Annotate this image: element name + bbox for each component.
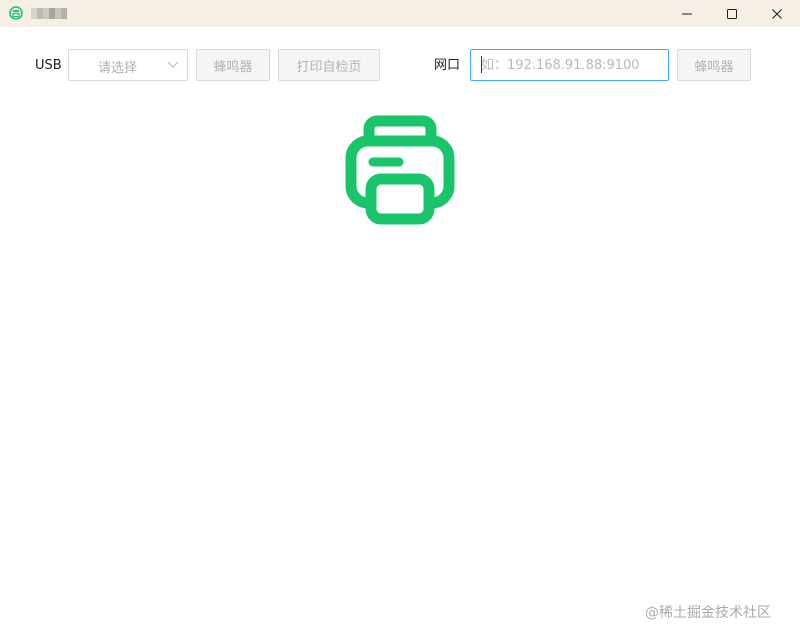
usb-select-placeholder: 请选择	[98, 61, 138, 76]
watermark: @稀土掘金技术社区	[645, 605, 771, 621]
usb-printer-select[interactable]: 请选择	[68, 49, 188, 81]
close-button[interactable]	[754, 0, 800, 27]
network-buzzer-button[interactable]: 蜂鸣器	[677, 49, 751, 81]
minimize-icon	[682, 13, 692, 14]
minimize-button[interactable]	[664, 0, 710, 27]
title-bar	[0, 0, 800, 27]
usb-label: USB	[35, 58, 62, 73]
close-icon	[772, 8, 782, 19]
window-title-redacted	[31, 8, 67, 19]
print-self-test-button[interactable]: 打印自检页	[278, 49, 380, 81]
network-label: 网口	[434, 58, 461, 73]
network-address-input[interactable]	[470, 49, 669, 81]
usb-buzzer-button[interactable]: 蜂鸣器	[196, 49, 270, 81]
maximize-icon	[727, 8, 737, 19]
app-logo-icon	[9, 6, 23, 20]
printer-icon	[345, 115, 455, 225]
chevron-down-icon	[167, 61, 179, 68]
text-caret	[481, 56, 482, 73]
maximize-button[interactable]	[709, 0, 755, 27]
